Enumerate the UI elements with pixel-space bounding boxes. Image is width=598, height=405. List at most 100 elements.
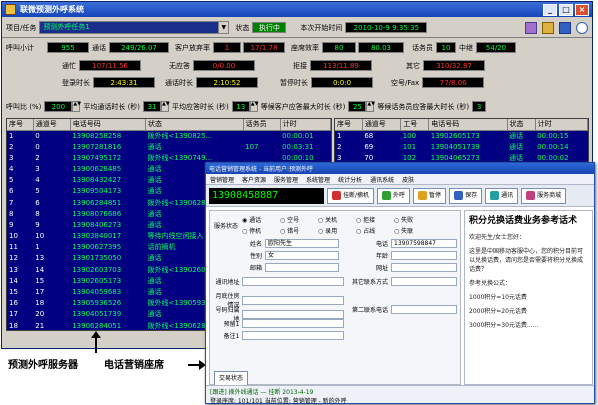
script-line: 1000积分=10元话费 bbox=[469, 294, 527, 301]
toolbar-button[interactable]: 保存 bbox=[449, 187, 483, 204]
radio-label: 关机 bbox=[325, 217, 338, 224]
field-input[interactable] bbox=[391, 277, 457, 286]
other-label: 其它 bbox=[406, 61, 420, 70]
call-ratio-input[interactable]: 200 bbox=[44, 101, 73, 112]
field-input[interactable] bbox=[265, 263, 339, 272]
column-header[interactable]: 序号 bbox=[7, 119, 34, 131]
table-cell: 13 bbox=[9, 265, 18, 274]
max-agent-wait-input[interactable]: 3 bbox=[472, 101, 487, 112]
column-header[interactable]: 计时 bbox=[535, 119, 588, 131]
field-input[interactable] bbox=[242, 277, 344, 286]
field-input[interactable] bbox=[391, 305, 457, 314]
column-header[interactable]: 工号 bbox=[400, 119, 430, 131]
field-input[interactable]: 欧阳先生 bbox=[265, 239, 339, 248]
toolbar-button[interactable]: 通讯 bbox=[485, 187, 519, 204]
refresh-icon[interactable] bbox=[576, 21, 588, 34]
toolbar-button[interactable]: 外呼 bbox=[377, 187, 411, 204]
field-input[interactable]: 13907598847 bbox=[391, 239, 457, 248]
table-cell: 7 bbox=[9, 198, 14, 207]
toolbar-button[interactable]: 挂断/摘机 bbox=[327, 187, 375, 204]
table-cell: 13907495172 bbox=[72, 153, 122, 162]
table-cell: 00:00:14 bbox=[537, 142, 569, 151]
table-row[interactable]: 1 68 100 13902605173 通话 00:00:15 bbox=[335, 130, 588, 142]
radio-label: 错号 bbox=[287, 228, 300, 235]
status-radio[interactable]: ◉ 通话 bbox=[242, 215, 280, 224]
menu-item[interactable]: 服务管理 bbox=[274, 175, 298, 184]
table-cell: 拨外线<1390825... bbox=[147, 131, 213, 140]
column-header[interactable]: 通道号 bbox=[362, 119, 402, 131]
column-header[interactable]: 状态 bbox=[145, 119, 244, 131]
tool-label: 挂断/摘机 bbox=[343, 191, 370, 199]
status-radio[interactable]: ○ 录用 bbox=[318, 226, 356, 235]
field-input[interactable]: 女 bbox=[265, 251, 339, 260]
field-input[interactable] bbox=[242, 331, 344, 340]
table-cell: 5 bbox=[9, 176, 14, 185]
login-time-label: 登录时长 bbox=[62, 78, 90, 87]
table-cell: 4 bbox=[35, 176, 40, 185]
form-row: 邮箱 bbox=[214, 263, 344, 272]
spin-icon[interactable]: ▲▼ bbox=[161, 101, 170, 112]
save-icon[interactable] bbox=[559, 21, 571, 34]
menu-item[interactable]: 统计分析 bbox=[338, 175, 362, 184]
status-radio[interactable]: ○ 停机 bbox=[242, 226, 280, 235]
status-radio[interactable]: ○ 关机 bbox=[318, 215, 356, 224]
field-input[interactable] bbox=[242, 319, 344, 328]
table-cell: 9 bbox=[9, 220, 14, 229]
close-button[interactable]: × bbox=[575, 3, 589, 16]
column-header[interactable]: 计时 bbox=[280, 119, 331, 131]
form-row: 第二联系电话 bbox=[344, 305, 457, 314]
rate-value-1: 1 bbox=[213, 42, 241, 53]
status-radio[interactable]: ○ 拒接 bbox=[356, 215, 394, 224]
status-radio[interactable]: ○ 空号 bbox=[280, 215, 318, 224]
table-cell: 13908258258 bbox=[72, 131, 122, 140]
toolbar-button[interactable]: 暂停 bbox=[413, 187, 447, 204]
spin-icon[interactable]: ▲▼ bbox=[366, 101, 375, 112]
menu-item[interactable]: 通讯系统 bbox=[370, 175, 394, 184]
table-row[interactable]: 1 0 13908258258 拨外线<1390825... 00:00:01 bbox=[7, 130, 331, 142]
status-radio[interactable]: ○ 失败 bbox=[394, 215, 432, 224]
field-input[interactable] bbox=[242, 295, 344, 305]
menu-item[interactable]: 皮肤 bbox=[402, 175, 414, 184]
table-cell: 15 bbox=[9, 288, 18, 297]
relay-label: 中继 bbox=[459, 43, 473, 52]
project-select[interactable]: 预测外呼任务1 ▼ bbox=[39, 21, 230, 34]
spin-icon[interactable]: ▲▼ bbox=[249, 101, 258, 112]
column-header[interactable]: 序号 bbox=[335, 119, 363, 131]
toolbar-button[interactable]: 服务商城 bbox=[521, 187, 567, 204]
column-header[interactable]: 状态 bbox=[507, 119, 536, 131]
table-cell: 10 bbox=[9, 232, 18, 241]
table-row[interactable]: 2 0 13907281816 通话 107 00:03:31 bbox=[7, 142, 331, 153]
seat-window: 电话营销管理系统 - 当前用户:预测外呼 营销管理 客户资源 服务管理 系统管理 统计分… bbox=[205, 162, 595, 405]
field-input[interactable] bbox=[242, 309, 344, 319]
minimize-button[interactable]: _ bbox=[543, 3, 557, 16]
field-label: 第二联系电话 bbox=[351, 307, 388, 314]
field-input[interactable] bbox=[391, 251, 457, 260]
status-radio[interactable]: ○ 错号 bbox=[280, 226, 318, 235]
column-header[interactable]: 通道号 bbox=[33, 119, 71, 131]
table-cell: 2 bbox=[337, 142, 342, 151]
column-header[interactable]: 话务员 bbox=[243, 119, 281, 131]
script-line: 这里是中国移动客服中心，您的积分目前可以兑换话费，请问您是否需要将积分兑换成话费… bbox=[469, 248, 584, 273]
max-customer-wait-input[interactable]: 25 bbox=[348, 101, 367, 112]
field-input[interactable] bbox=[391, 263, 457, 272]
table-cell: 13904051739 bbox=[72, 310, 122, 319]
maximize-button[interactable]: □ bbox=[559, 3, 573, 16]
form-row: 姓名 欧阳先生 bbox=[214, 239, 344, 248]
menu-item[interactable]: 系统管理 bbox=[306, 175, 330, 184]
table-row[interactable]: 2 69 101 13904051739 通话 00:00:14 bbox=[335, 142, 588, 153]
table-cell: 1 bbox=[9, 131, 14, 140]
menu-item[interactable]: 营销管理 bbox=[210, 175, 234, 184]
menu-item[interactable]: 客户资源 bbox=[242, 175, 266, 184]
column-header[interactable]: 电话号码 bbox=[428, 119, 508, 131]
spin-icon[interactable]: ▲▼ bbox=[72, 101, 81, 112]
users-icon[interactable] bbox=[525, 21, 537, 34]
table-cell: 0 bbox=[35, 131, 40, 140]
talk-time-label: 通话时长 bbox=[165, 78, 193, 87]
column-header[interactable]: 电话号码 bbox=[70, 119, 147, 131]
status-radio[interactable]: ○ 失联 bbox=[394, 226, 432, 235]
status-radio[interactable]: ○ 占线 bbox=[356, 226, 394, 235]
table-cell: 107 bbox=[245, 142, 259, 151]
avg-answer-input[interactable]: 13 bbox=[231, 101, 250, 112]
lock-icon[interactable] bbox=[542, 21, 554, 34]
avg-talk-input[interactable]: 31 bbox=[143, 101, 162, 112]
